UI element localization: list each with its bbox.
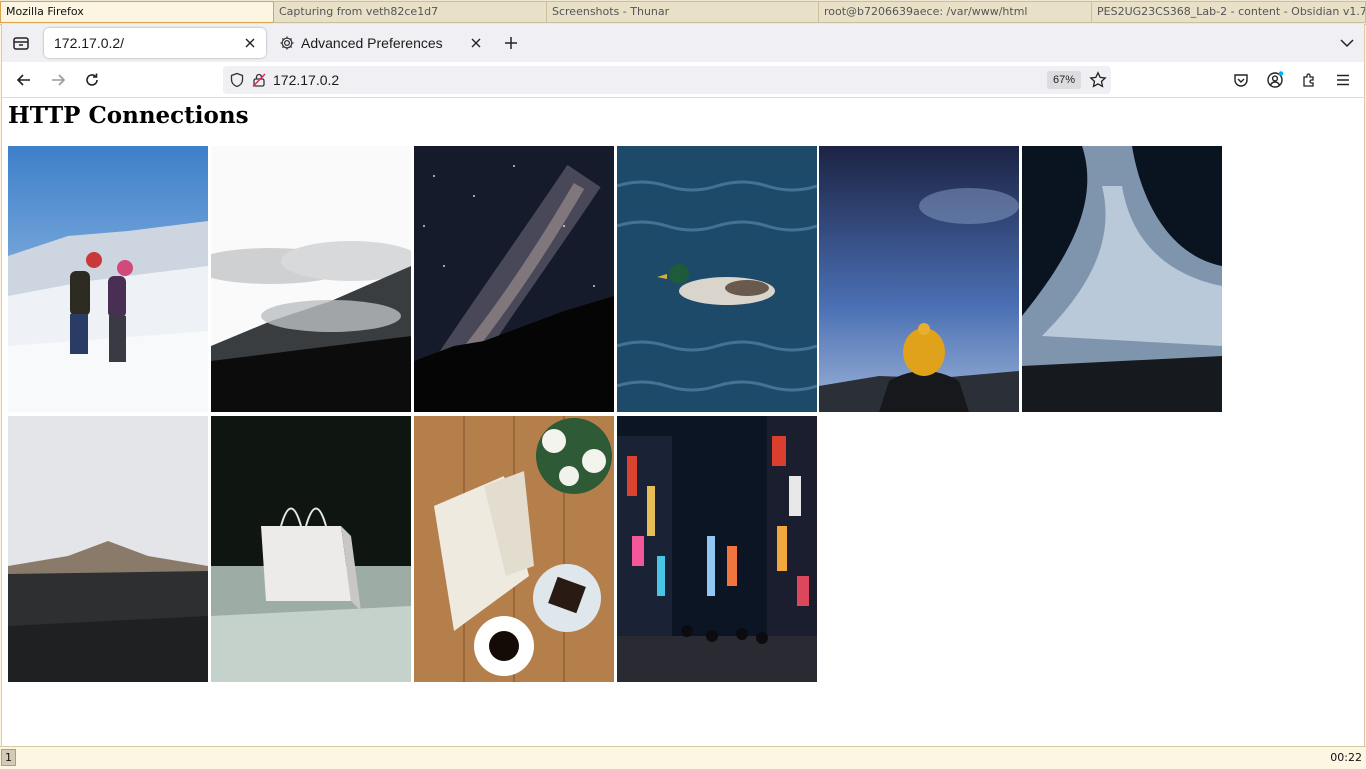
navigation-toolbar: 172.17.0.2 67% <box>2 62 1364 98</box>
hamburger-menu-icon <box>1337 74 1349 86</box>
white-shopping-bag-photo <box>211 416 411 682</box>
duck-on-water-photo <box>617 146 817 412</box>
plus-icon <box>505 37 517 49</box>
reload-button[interactable] <box>78 66 106 94</box>
tab-home-label: 172.17.0.2/ <box>54 35 125 51</box>
window-list: Mozilla Firefox Capturing from veth82ce1… <box>0 0 1366 25</box>
list-all-tabs-button[interactable] <box>1334 30 1360 56</box>
page-content: HTTP Connections <box>2 98 1364 746</box>
new-tab-button[interactable] <box>498 30 524 56</box>
firefox-view-icon <box>13 37 29 50</box>
book-coffee-cake-photo <box>414 416 614 682</box>
desert-volcano-landscape-photo <box>8 416 208 682</box>
extensions-button[interactable] <box>1295 66 1323 94</box>
glacier-ice-photo <box>1022 146 1222 412</box>
shield-icon[interactable] <box>229 72 245 88</box>
zoom-level-badge[interactable]: 67% <box>1047 71 1081 89</box>
firefox-window: 172.17.0.2/ Advanced Preferences 172.17.… <box>1 24 1365 746</box>
arrow-right-icon <box>52 74 66 86</box>
yellow-beanie-mountain-photo <box>819 146 1019 412</box>
window-tab-thunar[interactable]: Screenshots - Thunar <box>547 1 819 23</box>
tab-advanced-preferences-label: Advanced Preferences <box>301 35 443 51</box>
pocket-button[interactable] <box>1227 66 1255 94</box>
forward-button[interactable] <box>44 66 72 94</box>
account-icon <box>1267 71 1284 88</box>
tab-strip: 172.17.0.2/ Advanced Preferences <box>2 24 1364 62</box>
close-icon[interactable] <box>468 35 484 51</box>
arrow-left-icon <box>16 74 30 86</box>
url-text[interactable]: 172.17.0.2 <box>273 72 339 88</box>
tab-home[interactable]: 172.17.0.2/ <box>44 28 266 58</box>
window-tab-obsidian[interactable]: PES2UG23CS368_Lab-2 - content - Obsidian… <box>1092 1 1366 23</box>
milky-way-night-sky-photo <box>414 146 614 412</box>
status-bar: 1 00:22 <box>0 746 1366 769</box>
chevron-down-icon <box>1340 39 1354 48</box>
account-button[interactable] <box>1261 66 1289 94</box>
puzzle-icon <box>1303 73 1314 87</box>
url-bar[interactable]: 172.17.0.2 67% <box>223 66 1111 94</box>
tokyo-night-street-photo <box>617 416 817 682</box>
pocket-icon <box>1234 74 1248 87</box>
insecure-lock-icon[interactable] <box>251 72 267 88</box>
window-tab-firefox[interactable]: Mozilla Firefox <box>0 1 274 23</box>
bookmark-star-icon[interactable] <box>1089 71 1107 89</box>
reload-icon <box>86 73 98 86</box>
app-menu-button[interactable] <box>1329 66 1357 94</box>
two-people-in-snow-photo <box>8 146 208 412</box>
workspace-indicator[interactable]: 1 <box>1 749 16 766</box>
firefox-view-button[interactable] <box>8 30 34 56</box>
close-icon[interactable] <box>242 35 258 51</box>
tab-advanced-preferences[interactable]: Advanced Preferences <box>270 28 492 58</box>
window-tab-terminal[interactable]: root@b7206639aece: /var/www/html <box>819 1 1092 23</box>
window-tab-capture[interactable]: Capturing from veth82ce1d7 <box>274 1 547 23</box>
back-button[interactable] <box>10 66 38 94</box>
gear-icon <box>280 36 294 50</box>
page-title: HTTP Connections <box>8 102 249 129</box>
clock: 00:22 <box>1330 751 1362 764</box>
clouds-over-mountains-photo <box>211 146 411 412</box>
